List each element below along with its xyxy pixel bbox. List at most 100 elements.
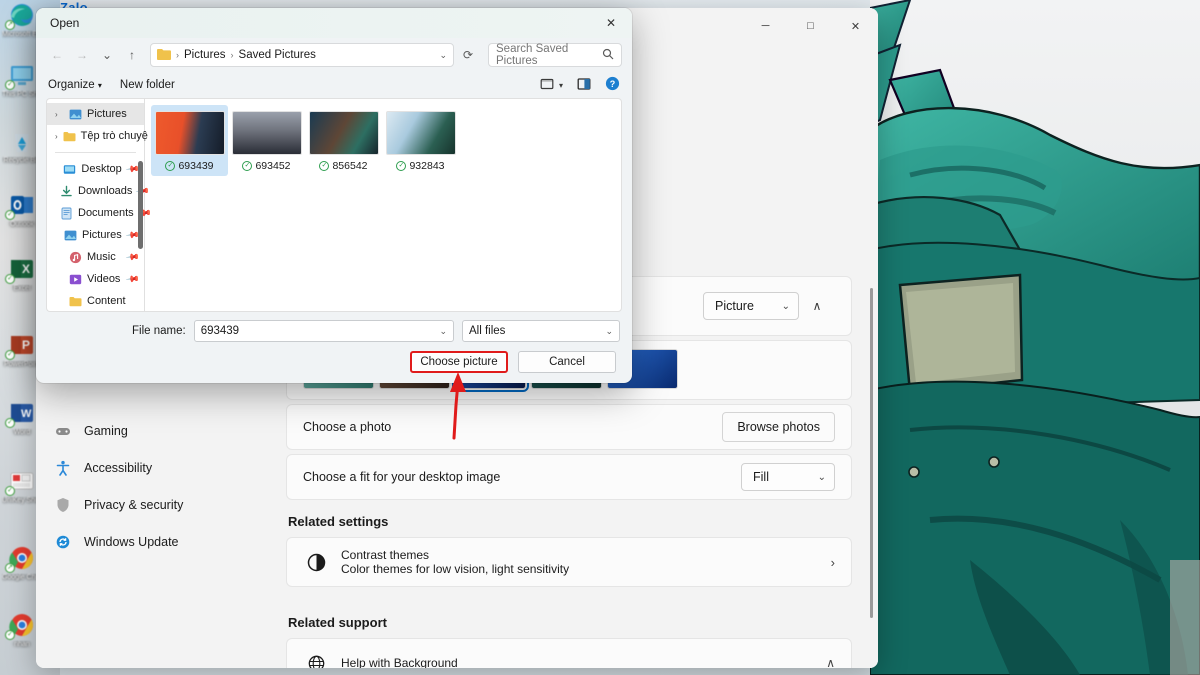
choose-photo-row: Choose a photo Browse photos <box>287 405 851 449</box>
preview-pane-button[interactable] <box>577 77 591 94</box>
view-options-button[interactable]: ▾ <box>540 77 563 94</box>
file-label: ✓ 856542 <box>307 160 380 172</box>
tree-item-content[interactable]: Content <box>47 290 144 312</box>
file-item[interactable]: ✓ 932843 <box>382 105 459 176</box>
file-item[interactable]: ✓ 693452 <box>228 105 305 176</box>
tree-item-pictures[interactable]: Pictures 📌 <box>47 224 144 246</box>
help-with-background-title: Help with Background <box>341 656 458 668</box>
tree-item-documents[interactable]: Documents 📌 <box>47 202 152 224</box>
excel-icon: X ✓ <box>5 256 37 284</box>
minimize-button[interactable]: ─ <box>743 10 788 42</box>
sidebar-item-windows-update[interactable]: Windows Update <box>42 525 256 559</box>
breadcrumb-item-saved-pictures[interactable]: Saved Pictures <box>239 49 316 61</box>
pin-icon[interactable]: 📌 <box>125 249 140 265</box>
svg-text:P: P <box>22 338 30 352</box>
chevron-down-icon[interactable]: ⌄ <box>605 326 613 337</box>
choose-photo-label: Choose a photo <box>303 420 392 434</box>
filename-input[interactable]: 693439 ⌄ <box>193 320 454 342</box>
new-folder-button[interactable]: New folder <box>120 79 175 91</box>
contrast-themes-title: Contrast themes <box>341 548 430 562</box>
file-type-combo[interactable]: All files ⌄ <box>462 320 620 342</box>
file-name-text: 693439 <box>178 160 214 172</box>
filename-value: 693439 <box>200 325 240 337</box>
browse-photos-button[interactable]: Browse photos <box>722 412 835 442</box>
cancel-button[interactable]: Cancel <box>518 351 616 373</box>
fit-combo[interactable]: Fill ⌄ <box>741 463 835 491</box>
forward-button[interactable]: → <box>71 44 93 66</box>
svg-text:W: W <box>21 408 32 420</box>
contrast-themes-card[interactable]: Contrast themes Color themes for low vis… <box>286 537 852 587</box>
dialog-close-button[interactable]: ✕ <box>590 8 632 38</box>
collapse-icon[interactable]: ∧ <box>799 299 835 313</box>
sidebar-item-gaming[interactable]: Gaming <box>42 414 256 448</box>
search-input[interactable]: Search Saved Pictures <box>488 43 622 67</box>
tree-item-videos[interactable]: Videos 📌 <box>47 268 144 290</box>
organize-label: Organize <box>48 79 95 91</box>
update-icon <box>54 533 72 551</box>
sidebar-item-label: Gaming <box>84 424 128 438</box>
chevron-down-icon[interactable]: ⌄ <box>439 326 447 337</box>
tree-item-pictures-root[interactable]: › Pictures <box>47 103 144 125</box>
tree-item-downloads[interactable]: Downloads 📌 <box>47 180 151 202</box>
unikey-icon: ✓ <box>5 468 37 496</box>
tree-item-label: Music <box>87 251 116 263</box>
file-type-value: All files <box>469 325 506 337</box>
open-file-dialog: Open ✕ ← → ⌄ ↑ › Pictures › Saved Pictur… <box>36 8 632 383</box>
tree-item-label: Downloads <box>78 185 133 197</box>
pin-icon[interactable]: 📌 <box>125 271 140 287</box>
breadcrumb-item-pictures[interactable]: Pictures <box>184 49 226 61</box>
maximize-button[interactable]: □ <box>788 10 833 42</box>
back-button[interactable]: ← <box>46 44 68 66</box>
breadcrumb-chevron-icon[interactable]: ⌄ <box>439 50 447 61</box>
choose-picture-button[interactable]: Choose picture <box>410 351 508 373</box>
sidebar-item-privacy-security[interactable]: Privacy & security <box>42 488 256 522</box>
word-icon: W ✓ <box>5 400 37 428</box>
chevron-right-icon[interactable]: › <box>55 110 64 119</box>
fit-value: Fill <box>753 470 769 484</box>
up-button[interactable]: ↑ <box>121 44 143 66</box>
powerpoint-icon: P ✓ <box>5 332 37 360</box>
tree-divider <box>55 152 136 153</box>
dialog-footer: File name: 693439 ⌄ All files ⌄ Choose p… <box>36 312 632 383</box>
gamepad-icon <box>54 422 72 440</box>
file-thumbnail <box>308 111 379 155</box>
related-support-title: Related support <box>288 615 387 630</box>
refresh-button[interactable]: ⟳ <box>457 44 479 66</box>
caret-down-icon: ▾ <box>558 80 563 90</box>
tree-item-label: Content <box>87 295 126 307</box>
tree-item-music[interactable]: Music 📌 <box>47 246 144 268</box>
desktop-icon <box>63 163 76 176</box>
help-button[interactable]: ? <box>605 76 620 94</box>
organize-button[interactable]: Organize ▾ <box>48 79 102 91</box>
background-type-combo[interactable]: Picture ⌄ <box>703 292 799 320</box>
help-with-background-row[interactable]: Help with Background ∧ <box>287 639 851 668</box>
globe-icon <box>303 654 329 668</box>
navigation-pane-scrollbar[interactable] <box>138 161 143 249</box>
file-item[interactable]: ✓ 856542 <box>305 105 382 176</box>
cloud-sync-icon: ✓ <box>165 161 176 171</box>
choose-fit-card: Choose a fit for your desktop image Fill… <box>286 454 852 500</box>
breadcrumb[interactable]: › Pictures › Saved Pictures ⌄ <box>150 43 454 67</box>
file-item[interactable]: ✓ 693439 <box>151 105 228 176</box>
settings-scrollbar-thumb[interactable] <box>870 288 873 618</box>
videos-icon <box>69 273 82 286</box>
choose-photo-card: Choose a photo Browse photos <box>286 404 852 450</box>
help-with-background-card[interactable]: Help with Background ∧ <box>286 638 852 668</box>
contrast-themes-row[interactable]: Contrast themes Color themes for low vis… <box>287 538 851 586</box>
breadcrumb-separator-1: › <box>230 50 234 60</box>
close-button[interactable]: ✕ <box>833 10 878 42</box>
sync-badge: ✓ <box>5 80 15 90</box>
sidebar-item-accessibility[interactable]: Accessibility <box>42 451 256 485</box>
recent-locations-button[interactable]: ⌄ <box>96 44 118 66</box>
sync-badge: ✓ <box>5 274 15 284</box>
view-options-icon <box>540 77 554 94</box>
chevron-right-icon[interactable]: › <box>55 132 58 141</box>
tree-item-tep-tro-chuyen[interactable]: › Tệp trò chuyệ <box>47 125 148 147</box>
related-settings-title: Related settings <box>288 514 389 529</box>
tree-item-label: Videos <box>87 273 121 285</box>
svg-text:X: X <box>22 262 30 276</box>
sync-badge: ✓ <box>5 630 15 640</box>
tree-item-desktop[interactable]: Desktop 📌 <box>47 158 144 180</box>
tree-item-label: Tệp trò chuyệ <box>80 130 148 142</box>
caret-down-icon: ▾ <box>97 81 102 90</box>
